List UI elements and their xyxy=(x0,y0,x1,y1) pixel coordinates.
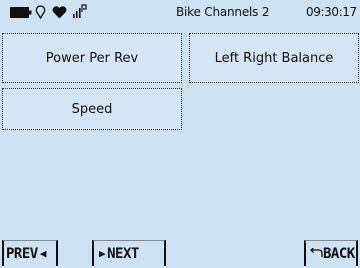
status-bar: Bike Channels 2 09:30:17 xyxy=(0,0,360,22)
next-button[interactable]: ▶ NEXT xyxy=(92,240,166,266)
page-title: Bike Channels 2 xyxy=(176,5,270,19)
tile-power-per-rev[interactable]: Power Per Rev xyxy=(2,33,182,83)
arrow-right-icon: ▶ xyxy=(99,247,106,260)
prev-label: PREV xyxy=(6,245,38,262)
tile-label: Left Right Balance xyxy=(214,50,334,66)
signal-bars-icon xyxy=(72,4,90,23)
tile-label: Speed xyxy=(71,101,113,117)
arrow-left-icon: ◀ xyxy=(39,247,47,260)
back-label: BACK xyxy=(323,245,355,262)
heart-icon xyxy=(52,4,67,23)
battery-icon xyxy=(10,4,32,23)
tile-speed[interactable]: Speed xyxy=(2,88,182,130)
clock: 09:30:17 xyxy=(306,5,357,19)
back-button[interactable]: BACK xyxy=(304,240,358,266)
return-arrow-icon xyxy=(309,246,323,262)
next-label: NEXT xyxy=(107,245,139,262)
prev-button[interactable]: PREV ◀ xyxy=(2,240,58,266)
tile-left-right-balance[interactable]: Left Right Balance xyxy=(189,33,359,83)
location-pin-icon xyxy=(35,4,46,23)
tile-label: Power Per Rev xyxy=(45,50,139,66)
